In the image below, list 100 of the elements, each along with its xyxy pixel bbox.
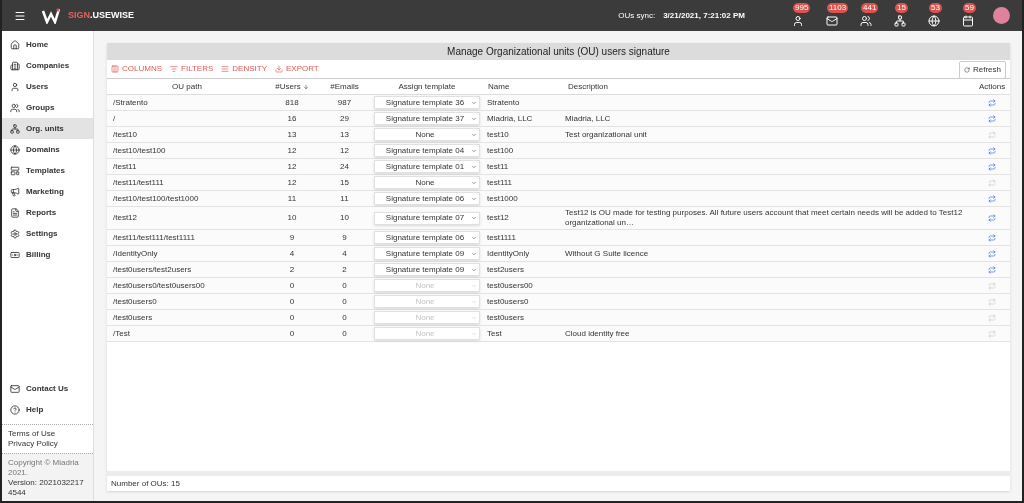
sidebar-item[interactable]: Contact Us [2,378,93,399]
column-header[interactable]: Name [482,80,562,93]
table-cell-text: test0users0 [486,295,530,308]
sync-icon[interactable] [988,214,996,222]
mail-icon[interactable] [826,14,838,27]
table-cell-text: test11 [486,160,510,173]
table-cell-text: 13 [286,128,298,141]
template-dropdown[interactable]: Signature template 09 [374,247,480,260]
template-dropdown[interactable]: Signature template 36 [374,96,480,109]
caret-icon [471,195,477,202]
sidebar-item[interactable]: Users [2,76,93,97]
template-dropdown[interactable]: Signature template 09 [374,263,480,276]
table-cell-text: Test [486,327,503,340]
sync-icon[interactable] [988,233,996,242]
column-header[interactable]: Actions [974,80,1010,93]
template-dropdown[interactable]: Signature template 37 [374,112,480,125]
globe-icon [10,144,20,155]
toolbar-button[interactable]: DENSITY [221,63,267,75]
table-cell-text: Miadria, LLC [564,113,612,124]
template-dropdown[interactable]: Signature template 01 [374,160,480,173]
sync-icon[interactable] [988,98,996,107]
sidebar-item[interactable]: Settings [2,223,93,244]
column-header[interactable]: Description [562,80,974,93]
sidebar-item[interactable]: Templates [2,160,93,181]
count-badge: 15 [895,2,908,13]
table-cell-text: 11 [339,192,350,205]
table-cell-text: /test0users [112,311,154,324]
count-badge: 1103 [827,2,849,13]
template-dropdown[interactable]: Signature template 06 [374,192,480,205]
toolbar-button[interactable]: EXPORT [275,63,319,75]
caret-icon [471,215,477,221]
table-cell-text: 10 [339,212,350,224]
sidebar-item[interactable]: Groups [2,97,93,118]
sync-icon[interactable] [988,146,996,155]
table-cell-text: test100 [486,144,515,157]
sidebar-item[interactable]: Help [2,399,93,420]
sync-icon[interactable] [988,265,996,274]
footer-link[interactable]: Terms of Use [8,429,87,439]
template-dropdown[interactable]: Signature template 04 [374,144,480,157]
table-cell-text: 24 [339,160,350,173]
table-cell-text: 0 [288,327,296,340]
table-cell-text: 987 [336,96,353,109]
user-icon[interactable] [792,14,804,27]
table-cell-text: /test0users0 [112,295,158,308]
mail-icon [10,383,20,394]
column-header[interactable]: OU path [107,80,267,93]
table-cell-text: IdentityOnly [486,247,531,260]
column-header[interactable]: Assign template [372,80,482,93]
column-header[interactable]: #Emails [317,80,372,93]
table-cell-text: /test12 [112,212,138,224]
hierarchy-icon[interactable] [894,14,906,27]
caret-icon [471,266,477,273]
template-dropdown[interactable]: Signature template 06 [374,231,480,244]
table-cell-text: /Stratento [112,96,149,109]
help-icon [10,404,20,415]
menu-icon[interactable] [14,9,26,22]
globe-icon[interactable] [928,14,940,27]
toolbar-button[interactable]: FILTERS [170,63,214,75]
sync-label: OUs sync: [618,9,656,22]
caret-icon [471,131,477,138]
table-cell-text: / [112,112,117,125]
columns-icon [111,65,119,73]
refresh-button[interactable]: Refresh [959,61,1006,79]
sync-icon[interactable] [988,162,996,171]
table-cell-text: 0 [288,279,296,292]
sidebar-item[interactable]: Org. units [2,118,93,139]
table-cell-text: test12 [486,212,510,224]
sidebar-item[interactable]: Marketing [2,181,93,202]
sync-icon[interactable] [988,194,996,203]
caret-icon [471,99,477,106]
table-cell-text: 4 [288,247,296,260]
template-dropdown[interactable]: None [374,176,480,189]
table-cell-text: Test organizational unit [564,129,648,140]
sync-icon[interactable] [988,114,996,123]
table-cell-text: test111 [486,176,514,189]
sync-icon[interactable] [988,249,996,258]
table-cell-text: Test12 is OU made for testing purposes. All future users account that meet certain needs will be added to Test12 organizational un… [564,208,964,228]
sidebar-item[interactable]: Billing [2,244,93,265]
sidebar-item[interactable]: Companies [2,55,93,76]
table-cell-text: 4 [341,247,348,260]
column-header[interactable]: #Users [267,80,317,93]
caret-icon [471,250,477,257]
table-cell-text: 0 [341,295,348,308]
sidebar-item[interactable]: Reports [2,202,93,223]
group-icon[interactable] [860,14,872,27]
table-cell-text: /test10 [112,128,138,141]
caret-icon [471,115,477,122]
template-dropdown[interactable]: None [374,128,480,141]
avatar[interactable] [993,7,1010,24]
table-cell-text: 15 [339,176,350,189]
calendar-icon[interactable] [962,14,974,27]
table-cell-text: /test0users0/test0users00 [112,279,206,292]
sidebar-item[interactable]: Domains [2,139,93,160]
table-cell-text: 10 [286,212,298,224]
sidebar-item[interactable]: Home [2,34,93,55]
footer-link[interactable]: Privacy Policy [8,439,87,449]
toolbar-button[interactable]: COLUMNS [111,63,162,75]
template-dropdown[interactable]: Signature template 07 [374,211,480,225]
count-badge: 53 [929,2,942,13]
table-cell-text: 29 [339,112,350,125]
